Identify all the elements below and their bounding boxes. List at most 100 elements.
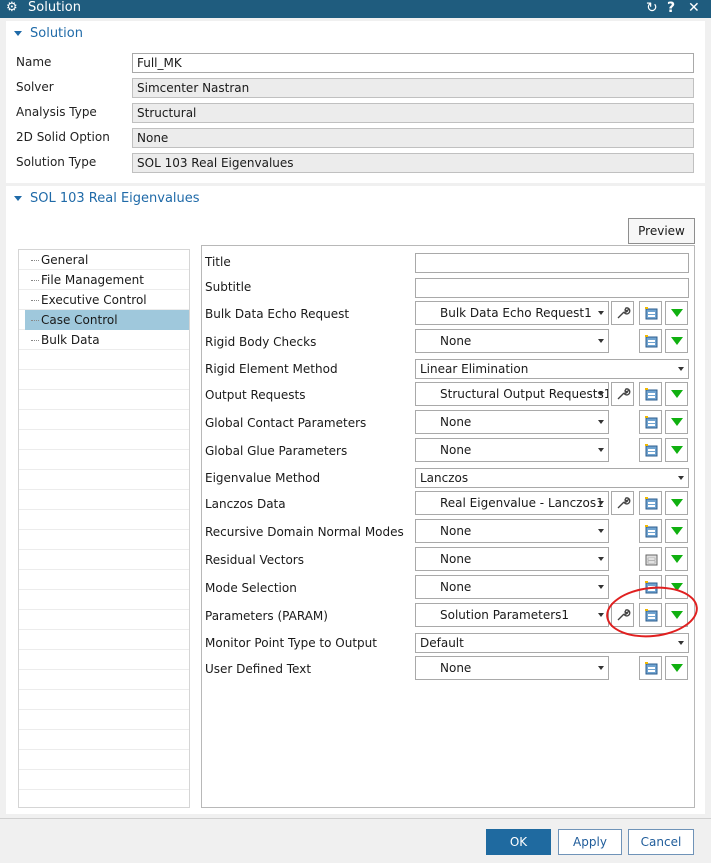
wrench-icon[interactable]: [611, 382, 634, 406]
lanczos-data-label: Lanczos Data: [205, 497, 286, 511]
create-table-icon[interactable]: [639, 329, 662, 353]
sol-section-header[interactable]: SOL 103 Real Eigenvalues: [14, 191, 200, 206]
residual-vectors-value: None: [440, 552, 472, 566]
user-defined-text-select[interactable]: None: [415, 656, 609, 680]
tree-row: [19, 690, 189, 710]
subtitle-input[interactable]: [415, 278, 689, 298]
user-defined-text-label: User Defined Text: [205, 662, 312, 676]
recursive-domain-label: Recursive Domain Normal Modes: [205, 525, 404, 539]
mode-selection-select[interactable]: None: [415, 575, 609, 599]
tree-row: [19, 650, 189, 670]
green-arrow-down-icon[interactable]: [665, 410, 688, 434]
eigenvalue-method-label: Eigenvalue Method: [205, 471, 321, 485]
bulk-data-echo-select[interactable]: Bulk Data Echo Request1: [415, 301, 609, 325]
global-contact-select[interactable]: None: [415, 410, 609, 434]
global-contact-label: Global Contact Parameters: [205, 416, 367, 430]
tree-row: [19, 370, 189, 390]
chevron-down-icon: [598, 392, 604, 396]
residual-vectors-label: Residual Vectors: [205, 553, 304, 567]
gear-icon[interactable]: ⚙: [6, 0, 18, 15]
create-table-icon[interactable]: [639, 301, 662, 325]
analysis-type-label: Analysis Type: [16, 105, 97, 119]
navigation-tree: General File Management Executive Contro…: [18, 249, 190, 808]
tree-row: [19, 630, 189, 650]
chevron-down-icon: [598, 420, 604, 424]
lanczos-data-value: Real Eigenvalue - Lanczos1: [440, 496, 604, 510]
chevron-down-icon: [598, 448, 604, 452]
rigid-body-checks-label: Rigid Body Checks: [205, 335, 317, 349]
green-arrow-down-icon[interactable]: [665, 382, 688, 406]
recursive-domain-select[interactable]: None: [415, 519, 609, 543]
apply-button[interactable]: Apply: [558, 829, 622, 855]
tree-item-executive-control[interactable]: Executive Control: [25, 290, 189, 310]
rigid-body-checks-select[interactable]: None: [415, 329, 609, 353]
tree-item-general[interactable]: General: [25, 250, 189, 270]
global-glue-select[interactable]: None: [415, 438, 609, 462]
cancel-button[interactable]: Cancel: [628, 829, 694, 855]
chevron-down-icon: [598, 339, 604, 343]
name-field[interactable]: Full_MK: [132, 53, 694, 73]
solution-type-label: Solution Type: [16, 155, 97, 169]
tree-item-case-control[interactable]: Case Control: [25, 310, 189, 330]
rigid-body-checks-value: None: [440, 334, 472, 348]
tree-row: [19, 770, 189, 790]
tree-row: [19, 610, 189, 630]
bulk-data-echo-value: Bulk Data Echo Request1: [440, 306, 592, 320]
solver-label: Solver: [16, 80, 54, 94]
green-arrow-down-icon[interactable]: [665, 656, 688, 680]
green-arrow-down-icon[interactable]: [665, 547, 688, 571]
parameters-value: Solution Parameters1: [440, 608, 570, 622]
tree-row: [19, 710, 189, 730]
create-table-gray-icon[interactable]: [639, 547, 662, 571]
ok-button[interactable]: OK: [486, 829, 551, 855]
window-title: Solution: [28, 0, 81, 15]
user-defined-text-value: None: [440, 661, 472, 675]
monitor-point-value: Default: [420, 636, 464, 650]
create-table-icon[interactable]: [639, 382, 662, 406]
green-arrow-down-icon[interactable]: [665, 329, 688, 353]
tree-row: [19, 590, 189, 610]
create-table-icon[interactable]: [639, 410, 662, 434]
preview-button[interactable]: Preview: [628, 218, 695, 244]
rigid-element-method-select[interactable]: Linear Elimination: [415, 359, 689, 379]
rigid-element-method-value: Linear Elimination: [420, 362, 529, 376]
triangle-down-icon: [14, 31, 22, 36]
tree-row: [19, 570, 189, 590]
eigenvalue-method-select[interactable]: Lanczos: [415, 468, 689, 488]
tree-row: [19, 350, 189, 370]
green-arrow-down-icon[interactable]: [665, 438, 688, 462]
wrench-icon[interactable]: [611, 491, 634, 515]
rigid-element-method-label: Rigid Element Method: [205, 362, 338, 376]
output-requests-select[interactable]: Structural Output Requests1: [415, 382, 609, 406]
solid-option-field: None: [132, 128, 694, 148]
tree-row: [19, 470, 189, 490]
wrench-icon[interactable]: [611, 301, 634, 325]
solution-section-header[interactable]: Solution: [14, 26, 83, 41]
create-table-icon[interactable]: [639, 438, 662, 462]
residual-vectors-select[interactable]: None: [415, 547, 609, 571]
close-icon[interactable]: ✕: [688, 0, 700, 16]
help-icon[interactable]: ?: [667, 0, 675, 16]
tree-item-bulk-data[interactable]: Bulk Data: [25, 330, 189, 350]
subtitle-label: Subtitle: [205, 280, 252, 294]
tree-item-file-management[interactable]: File Management: [25, 270, 189, 290]
mode-selection-label: Mode Selection: [205, 581, 297, 595]
lanczos-data-select[interactable]: Real Eigenvalue - Lanczos1: [415, 491, 609, 515]
tree-row: [19, 390, 189, 410]
green-arrow-down-icon[interactable]: [665, 301, 688, 325]
tree-row: [19, 730, 189, 750]
create-table-icon[interactable]: [639, 519, 662, 543]
recursive-domain-value: None: [440, 524, 472, 538]
parameters-select[interactable]: Solution Parameters1: [415, 603, 609, 627]
green-arrow-down-icon[interactable]: [665, 519, 688, 543]
name-label: Name: [16, 55, 52, 69]
create-table-icon[interactable]: [639, 656, 662, 680]
green-arrow-down-icon[interactable]: [665, 491, 688, 515]
title-label: Title: [205, 255, 231, 269]
title-input[interactable]: [415, 253, 689, 273]
reset-icon[interactable]: ↻: [646, 0, 658, 16]
create-table-icon[interactable]: [639, 491, 662, 515]
case-control-panel: Title Subtitle Bulk Data Echo Request Bu…: [201, 245, 695, 808]
tree-row: [19, 410, 189, 430]
chevron-down-icon: [598, 613, 604, 617]
